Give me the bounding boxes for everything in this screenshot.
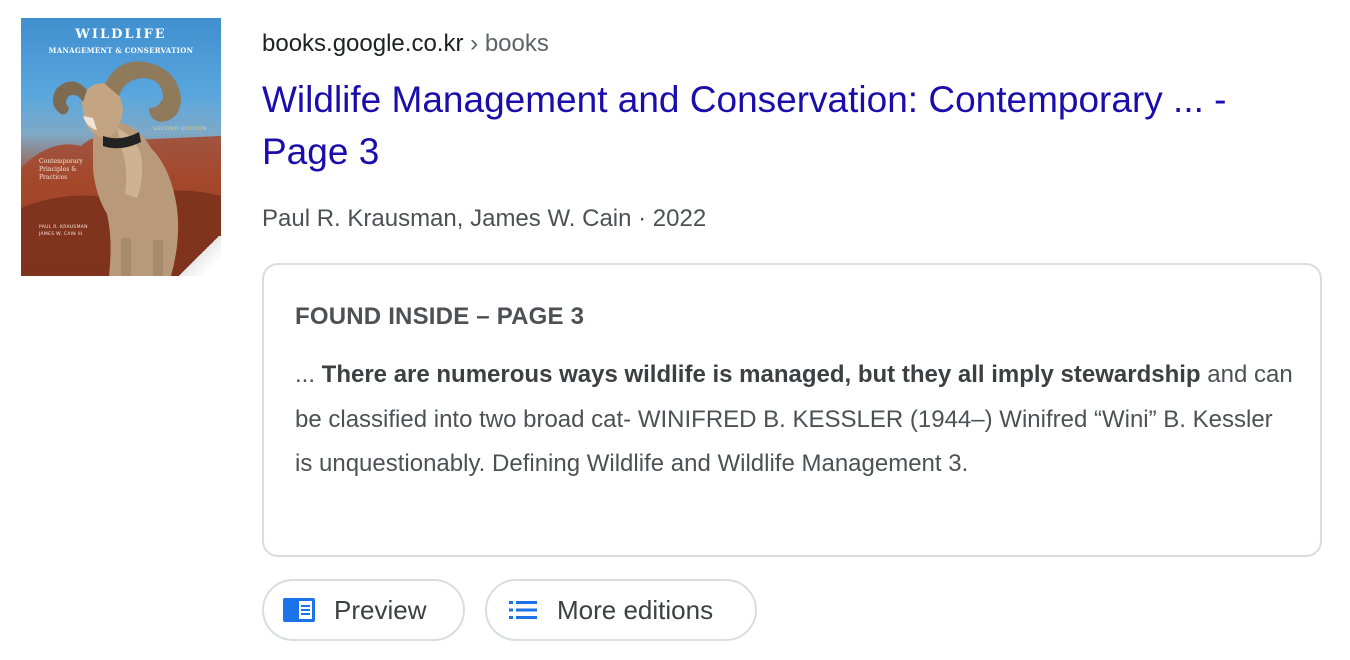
more-editions-label: More editions (557, 595, 714, 625)
result-byline: Paul R. Krausman, James W. Cain · 2022 (262, 205, 707, 232)
snippet-highlight: There are numerous ways wildlife is mana… (321, 361, 1201, 388)
result-breadcrumb[interactable]: books.google.co.kr › books (262, 28, 549, 60)
search-result-book: WILDLIFE MANAGEMENT & CONSERVATION SECON… (0, 0, 1350, 660)
breadcrumb-site: books.google.co.kr (262, 30, 464, 57)
preview-button[interactable]: Preview (262, 579, 465, 641)
cover-subtitle: MANAGEMENT & CONSERVATION (48, 46, 194, 55)
cover-tagline: Contemporary Principles & Practices (39, 158, 83, 181)
cover-authors: PAUL R. KRAUSMAN JAMES W. CAIN III (39, 224, 119, 238)
cover-author-1: PAUL R. KRAUSMAN (39, 225, 88, 230)
cover-edition: SECOND EDITION (153, 126, 207, 132)
cover-author-2: JAMES W. CAIN III (39, 232, 83, 237)
page-curl (177, 236, 221, 276)
preview-label: Preview (334, 595, 427, 625)
snippet-text: ... There are numerous ways wildlife is … (295, 353, 1295, 487)
found-inside-label: FOUND INSIDE – PAGE 3 (295, 303, 585, 330)
breadcrumb-separator: › (470, 30, 479, 57)
result-title-link[interactable]: Wildlife Management and Conservation: Co… (262, 74, 1322, 178)
book-preview-icon (282, 597, 316, 623)
book-cover-thumbnail[interactable]: WILDLIFE MANAGEMENT & CONSERVATION SECON… (21, 18, 221, 276)
snippet-prefix: ... (295, 361, 322, 388)
cover-title: WILDLIFE (75, 27, 167, 42)
list-icon (509, 600, 537, 620)
found-inside-card: FOUND INSIDE – PAGE 3 ... There are nume… (262, 263, 1322, 557)
breadcrumb-path: books (484, 30, 549, 57)
more-editions-button[interactable]: More editions (485, 579, 757, 641)
